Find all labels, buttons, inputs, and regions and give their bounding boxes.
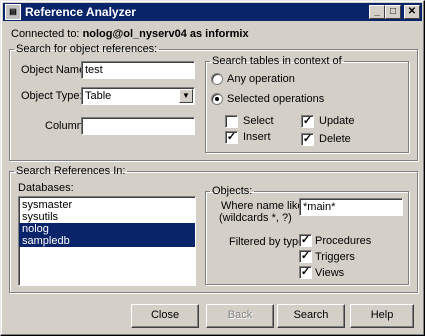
delete-checkbox[interactable]: ✓ (301, 133, 314, 146)
selected-operations-label: Selected operations (227, 93, 325, 105)
back-button[interactable]: Back (206, 304, 274, 328)
wildcards-label: (wildcards *, ?) (219, 212, 292, 224)
views-label: Views (315, 267, 345, 279)
connection-value: nolog@ol_nyserv04 as informix (82, 28, 249, 40)
procedures-label: Procedures (315, 235, 372, 247)
object-type-value: Table (85, 90, 112, 102)
close-button[interactable]: Close (131, 304, 199, 328)
app-icon[interactable]: ▤ (5, 4, 21, 20)
object-name-label: Object Name: (21, 64, 89, 76)
triggers-checkbox[interactable]: ✓ (299, 250, 312, 263)
connection-info: Connected to: nolog@ol_nyserv04 as infor… (11, 28, 249, 40)
object-type-label: Object Type: (21, 90, 83, 102)
search-in-legend: Search References In: (16, 165, 126, 177)
connection-prefix: Connected to: (11, 28, 80, 40)
column-label: Column: (45, 120, 86, 132)
update-checkbox[interactable]: ✓ (301, 115, 314, 128)
database-item[interactable]: nolog (19, 223, 195, 235)
close-window-button[interactable]: ✕ (404, 5, 420, 19)
databases-list: sysmaster sysutils nolog sampledb (19, 197, 195, 247)
any-operation-radio[interactable] (211, 73, 223, 85)
context-legend: Search tables in context of (212, 55, 342, 67)
objects-legend: Objects: (212, 185, 253, 197)
window-title: Reference Analyzer (25, 5, 136, 19)
database-item[interactable]: sysmaster (19, 199, 195, 211)
selected-operations-radio[interactable] (211, 93, 223, 105)
insert-label: Insert (243, 131, 271, 143)
databases-listbox[interactable]: sysmaster sysutils nolog sampledb (18, 196, 196, 286)
filtered-by-type-label: Filtered by type: (229, 236, 308, 248)
column-input[interactable] (81, 117, 195, 135)
object-name-input[interactable]: test (81, 61, 195, 79)
where-name-input[interactable]: *main* (299, 198, 403, 216)
search-object-legend: Search for object references: (16, 43, 158, 55)
minimize-button[interactable]: _ (369, 5, 385, 19)
procedures-checkbox[interactable]: ✓ (299, 234, 312, 247)
select-checkbox[interactable] (225, 115, 238, 128)
insert-checkbox[interactable]: ✓ (225, 131, 238, 144)
select-label: Select (243, 115, 274, 127)
views-checkbox[interactable]: ✓ (299, 266, 312, 279)
title-bar[interactable]: ▤ Reference Analyzer _ □ ✕ (3, 3, 422, 21)
reference-analyzer-window: ▤ Reference Analyzer _ □ ✕ Connected to:… (0, 0, 425, 336)
any-operation-label: Any operation (227, 73, 295, 85)
database-item[interactable]: sampledb (19, 235, 195, 247)
update-label: Update (319, 115, 355, 127)
delete-label: Delete (319, 133, 351, 145)
help-button[interactable]: Help (350, 304, 414, 328)
chevron-down-icon[interactable]: ▼ (179, 89, 193, 103)
object-type-select[interactable]: Table ▼ (81, 87, 195, 105)
triggers-label: Triggers (315, 251, 355, 263)
where-label: Where name like: (221, 200, 307, 212)
maximize-button[interactable]: □ (385, 5, 401, 19)
databases-label: Databases: (18, 182, 74, 194)
search-button[interactable]: Search (277, 304, 345, 328)
database-item[interactable]: sysutils (19, 211, 195, 223)
